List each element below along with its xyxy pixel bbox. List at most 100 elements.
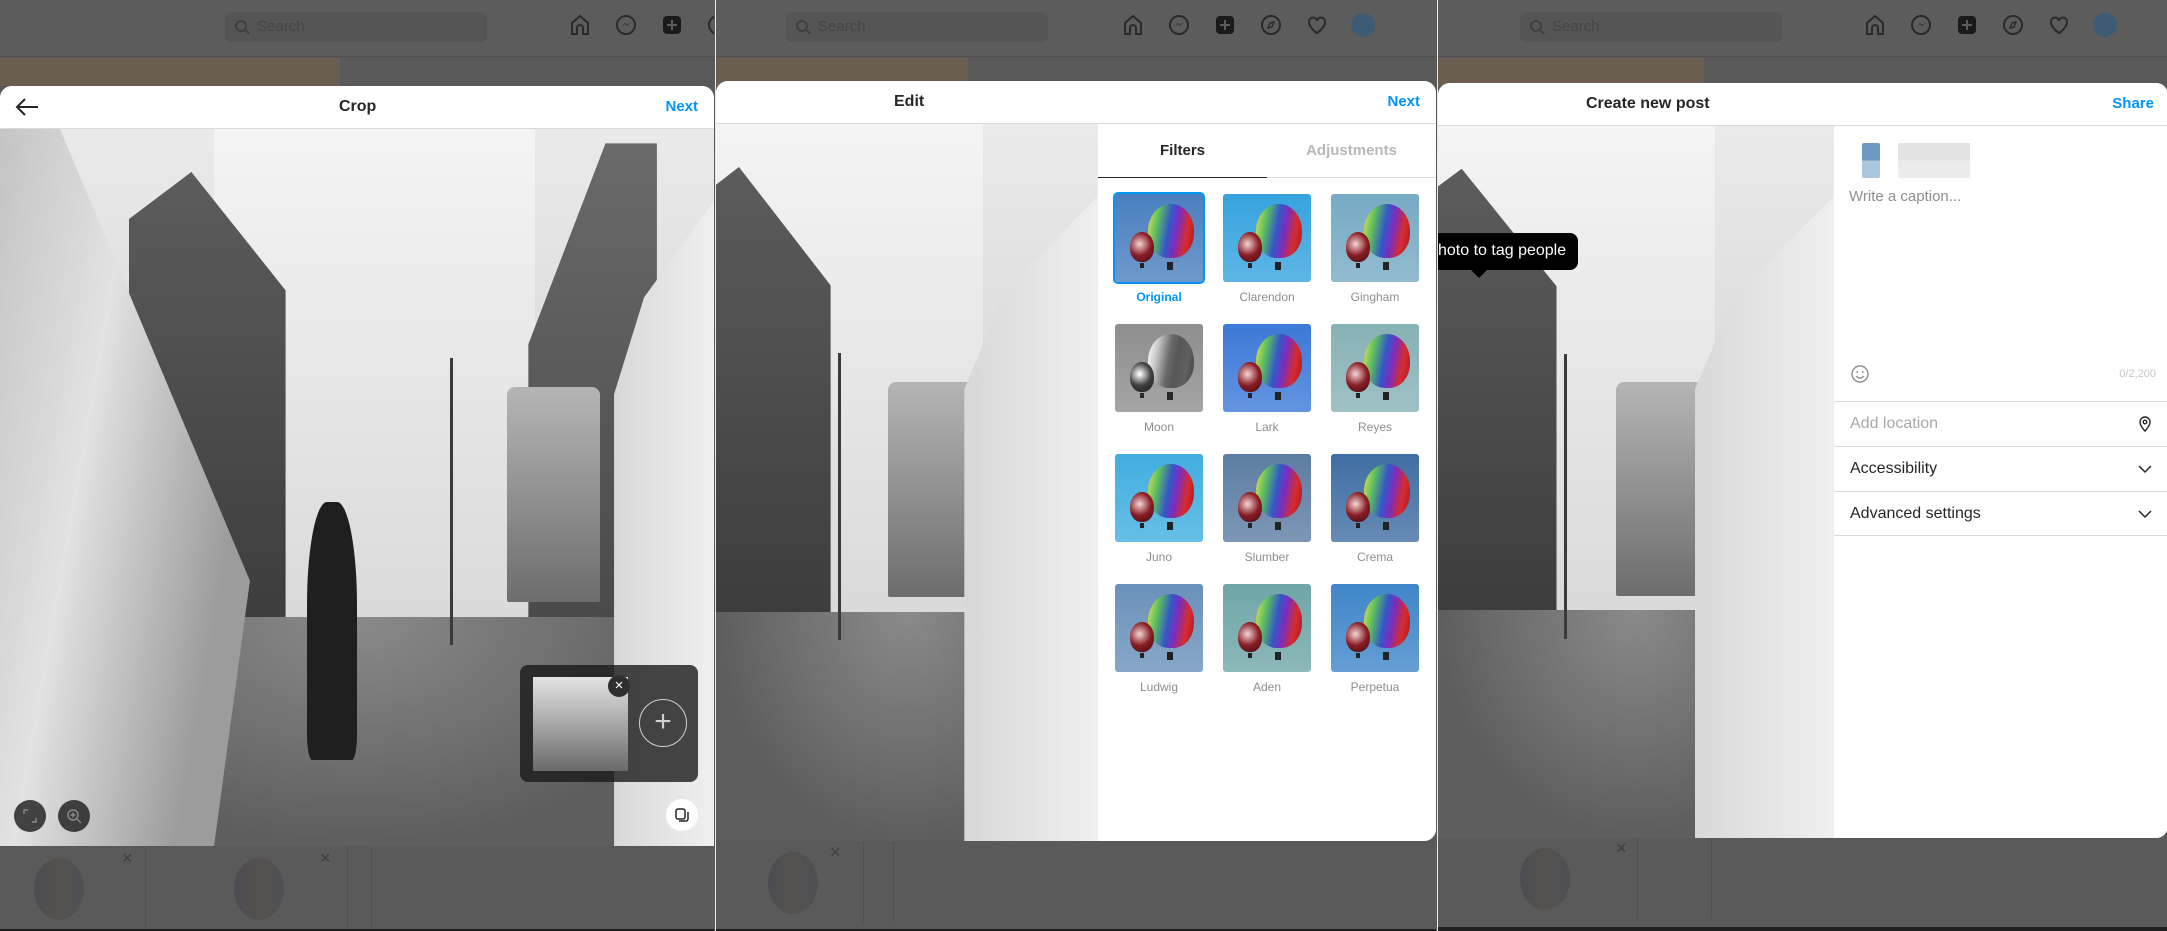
story-item[interactable]: × (170, 848, 348, 929)
search-placeholder: Search (1552, 18, 1600, 35)
filter-name: Slumber (1244, 550, 1290, 564)
search-input[interactable]: Search (225, 12, 487, 42)
tab-filters[interactable]: Filters (1098, 124, 1267, 178)
search-input[interactable]: Search (786, 12, 1048, 42)
stories-row: × × (0, 848, 714, 929)
activity-heart-icon[interactable] (1305, 13, 1329, 37)
filter-preview-thumbnail (1223, 454, 1311, 542)
create-post-frame: Search Create new post Share hoto to tag… (1437, 0, 2167, 931)
filter-preview-thumbnail (1115, 324, 1203, 412)
filter-option-reyes[interactable]: Reyes (1331, 324, 1419, 434)
home-icon[interactable] (1121, 13, 1145, 37)
filter-option-slumber[interactable]: Slumber (1223, 454, 1311, 564)
add-location-placeholder: Add location (1850, 415, 1939, 432)
filter-name: Ludwig (1139, 680, 1179, 694)
emoji-button[interactable] (1850, 364, 1870, 384)
filter-option-ludwig[interactable]: Ludwig (1115, 584, 1203, 694)
home-icon[interactable] (568, 13, 592, 37)
zoom-icon (67, 809, 82, 824)
top-nav: Search (716, 0, 1436, 57)
filter-option-aden[interactable]: Aden (1223, 584, 1311, 694)
edit-modal: Edit Next Filters Adjustments Original Cl… (716, 81, 1436, 841)
filter-option-gingham[interactable]: Gingham (1331, 194, 1419, 304)
top-nav: Search (1438, 0, 2167, 57)
advanced-settings-section[interactable]: Advanced settings (1834, 491, 2167, 536)
story-divider (1638, 838, 1712, 919)
profile-avatar[interactable] (1351, 13, 1375, 37)
filter-option-clarendon[interactable]: Clarendon (1223, 194, 1311, 304)
add-location-field[interactable]: Add location (1834, 401, 2167, 446)
new-post-icon[interactable] (660, 13, 684, 37)
filter-name: Crema (1356, 550, 1393, 564)
filter-name: Clarendon (1239, 290, 1295, 304)
messenger-icon[interactable] (1909, 13, 1933, 37)
close-icon[interactable]: × (830, 842, 841, 863)
profile-avatar[interactable] (2093, 13, 2117, 37)
explore-icon[interactable] (1259, 13, 1283, 37)
chevron-down-icon (2136, 505, 2154, 523)
accessibility-section[interactable]: Accessibility (1834, 446, 2167, 491)
crop-next-button[interactable]: Next (665, 98, 698, 115)
create-post-header: Create new post Share (1438, 83, 2167, 126)
search-icon (796, 20, 808, 32)
top-nav: Search (0, 0, 714, 57)
close-icon[interactable]: × (122, 848, 133, 869)
filter-option-crema[interactable]: Crema (1331, 454, 1419, 564)
crop-modal: Crop Next × + (0, 86, 714, 846)
share-button[interactable]: Share (2112, 95, 2154, 112)
story-item[interactable]: × (716, 842, 864, 923)
user-info (1842, 139, 1992, 178)
messenger-icon[interactable] (1167, 13, 1191, 37)
user-avatar (1862, 143, 1880, 178)
filter-tabs: Filters Adjustments (1098, 124, 1436, 178)
filter-option-juno[interactable]: Juno (1115, 454, 1203, 564)
arrow-left-icon (15, 98, 38, 116)
new-post-icon[interactable] (1213, 13, 1237, 37)
filter-name: Moon (1143, 420, 1175, 434)
new-post-icon[interactable] (1955, 13, 1979, 37)
remove-media-button[interactable]: × (608, 675, 630, 697)
back-button[interactable] (14, 96, 40, 118)
search-icon (235, 20, 247, 32)
home-icon[interactable] (1863, 13, 1887, 37)
filter-option-perpetua[interactable]: Perpetua (1331, 584, 1419, 694)
edit-next-button[interactable]: Next (1387, 93, 1420, 110)
location-pin-icon (2136, 415, 2154, 433)
explore-icon[interactable] (706, 13, 714, 37)
feed-preview-image (1438, 58, 1704, 86)
close-icon[interactable]: × (320, 848, 331, 869)
search-input[interactable]: Search (1520, 12, 1782, 42)
edit-modal-header: Edit Next (716, 81, 1436, 124)
explore-icon[interactable] (2001, 13, 2025, 37)
crop-title: Crop (339, 98, 377, 115)
emoji-icon (1851, 365, 1869, 383)
media-thumbnail[interactable]: × (533, 675, 630, 771)
filters-panel: Filters Adjustments Original Clarendon Gin… (1097, 124, 1436, 841)
accessibility-label: Accessibility (1850, 460, 1938, 477)
expand-button[interactable] (14, 800, 46, 832)
filter-option-lark[interactable]: Lark (1223, 324, 1311, 434)
filter-preview-thumbnail (1115, 584, 1203, 672)
filter-preview-thumbnail (1115, 454, 1203, 542)
close-icon[interactable]: × (1616, 838, 1627, 859)
caption-input[interactable] (1849, 188, 2153, 358)
filter-option-original[interactable]: Original (1113, 192, 1205, 304)
add-media-button[interactable]: + (639, 699, 687, 747)
feed-preview-image (0, 58, 340, 86)
filter-preview-thumbnail (1331, 194, 1419, 282)
caption-char-count: 0/2,200 (2119, 368, 2156, 380)
filter-option-moon[interactable]: Moon (1115, 324, 1203, 434)
story-item[interactable]: × (1438, 838, 1638, 919)
search-icon (1530, 20, 1542, 32)
edit-step-frame: Search Edit Next Filters Adjustments Ori… (715, 0, 1436, 931)
filter-grid: Original Clarendon Gingham Moon Lark Reyes Jun… (1113, 192, 1419, 694)
create-post-modal: Create new post Share hoto to tag people… (1438, 83, 2167, 838)
multiple-media-button[interactable] (666, 799, 698, 831)
story-item[interactable]: × (0, 848, 146, 929)
messenger-icon[interactable] (614, 13, 638, 37)
advanced-settings-label: Advanced settings (1850, 505, 1981, 522)
activity-heart-icon[interactable] (2047, 13, 2071, 37)
zoom-button[interactable] (58, 800, 90, 832)
tab-adjustments[interactable]: Adjustments (1267, 124, 1436, 178)
filter-preview-thumbnail (1223, 584, 1311, 672)
